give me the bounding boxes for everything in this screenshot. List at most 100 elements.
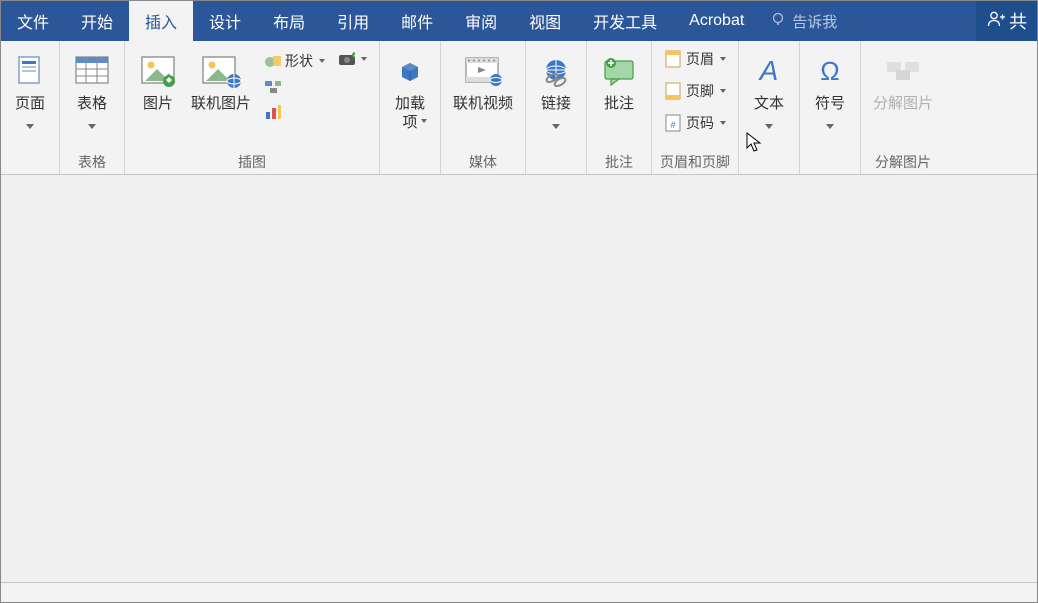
tab-review[interactable]: 审阅 bbox=[449, 1, 513, 41]
decompose-icon bbox=[883, 49, 923, 93]
shapes-label: 形状 bbox=[285, 51, 313, 71]
pages-button[interactable]: 页面 bbox=[7, 45, 53, 138]
tab-mailings[interactable]: 邮件 bbox=[385, 1, 449, 41]
group-label-illustrations: 插图 bbox=[131, 150, 373, 172]
svg-text:+: + bbox=[354, 54, 355, 60]
group-text: A 文本 bbox=[739, 41, 800, 174]
decompose-picture-button[interactable]: 分解图片 bbox=[867, 45, 939, 118]
share-label: 共 bbox=[1009, 8, 1027, 34]
omega-icon: Ω bbox=[812, 49, 848, 93]
table-label: 表格 bbox=[77, 95, 107, 114]
ribbon: 页面 表格 表格 图片 bbox=[1, 41, 1037, 175]
table-button[interactable]: 表格 bbox=[66, 45, 118, 138]
links-label: 链接 bbox=[541, 95, 571, 114]
header-icon bbox=[664, 50, 682, 68]
chevron-down-icon bbox=[720, 57, 726, 61]
addins-label: 加载 项 bbox=[395, 95, 425, 133]
menubar: 文件 开始 插入 设计 布局 引用 邮件 审阅 视图 开发工具 Acrobat … bbox=[1, 1, 1037, 41]
group-label-header-footer: 页眉和页脚 bbox=[658, 150, 732, 172]
chevron-down-icon bbox=[88, 124, 96, 129]
tab-home[interactable]: 开始 bbox=[65, 1, 129, 41]
chart-button[interactable] bbox=[259, 101, 329, 123]
group-label-pages bbox=[7, 154, 53, 172]
addins-icon bbox=[392, 49, 428, 93]
chevron-down-icon bbox=[421, 119, 427, 123]
footer-label: 页脚 bbox=[686, 81, 714, 101]
text-icon: A bbox=[751, 49, 787, 93]
tab-design[interactable]: 设计 bbox=[193, 1, 257, 41]
group-pages: 页面 bbox=[1, 41, 60, 174]
shapes-button[interactable]: 形状 bbox=[259, 49, 329, 73]
chevron-down-icon bbox=[552, 124, 560, 129]
screenshot-button[interactable]: + bbox=[333, 49, 371, 69]
comment-button[interactable]: 批注 bbox=[593, 45, 645, 118]
tab-file[interactable]: 文件 bbox=[1, 1, 65, 41]
text-button[interactable]: A 文本 bbox=[745, 45, 793, 138]
group-header-footer: 页眉 页脚 # 页码 页眉和页脚 bbox=[652, 41, 739, 174]
page-number-label: 页码 bbox=[686, 113, 714, 133]
page-number-icon: # bbox=[664, 114, 682, 132]
header-button[interactable]: 页眉 bbox=[660, 47, 730, 71]
group-media: 联机视频 媒体 bbox=[441, 41, 526, 174]
chevron-down-icon bbox=[361, 57, 367, 61]
footer-icon bbox=[664, 82, 682, 100]
text-label: 文本 bbox=[754, 95, 784, 114]
group-label-text bbox=[745, 154, 793, 172]
tab-layout[interactable]: 布局 bbox=[257, 1, 321, 41]
tab-developer[interactable]: 开发工具 bbox=[577, 1, 673, 41]
table-icon bbox=[72, 49, 112, 93]
online-pictures-label: 联机图片 bbox=[191, 95, 251, 114]
chevron-down-icon bbox=[319, 59, 325, 63]
group-label-addins bbox=[386, 154, 434, 172]
tab-references[interactable]: 引用 bbox=[321, 1, 385, 41]
chevron-down-icon bbox=[720, 121, 726, 125]
shapes-icon bbox=[263, 52, 281, 70]
group-label-comments: 批注 bbox=[593, 150, 645, 172]
svg-text:Ω: Ω bbox=[820, 56, 839, 86]
document-area[interactable] bbox=[1, 175, 1037, 582]
svg-text:A: A bbox=[758, 55, 779, 86]
tab-acrobat[interactable]: Acrobat bbox=[673, 1, 760, 41]
group-label-decompose: 分解图片 bbox=[867, 150, 939, 172]
pictures-button[interactable]: 图片 bbox=[131, 45, 185, 118]
page-icon bbox=[15, 49, 45, 93]
group-decompose: 分解图片 分解图片 bbox=[861, 41, 945, 174]
tab-view[interactable]: 视图 bbox=[513, 1, 577, 41]
chevron-down-icon bbox=[720, 89, 726, 93]
online-video-label: 联机视频 bbox=[453, 95, 513, 114]
smartart-icon bbox=[263, 79, 281, 95]
page-number-button[interactable]: # 页码 bbox=[660, 111, 730, 135]
footer-button[interactable]: 页脚 bbox=[660, 79, 730, 103]
symbols-label: 符号 bbox=[815, 95, 845, 114]
chart-icon bbox=[263, 103, 281, 121]
pictures-label: 图片 bbox=[143, 95, 173, 114]
hyperlink-icon bbox=[538, 49, 574, 93]
tell-me-search[interactable]: 告诉我 bbox=[760, 1, 847, 41]
group-label-tables: 表格 bbox=[66, 150, 118, 172]
online-video-button[interactable]: 联机视频 bbox=[447, 45, 519, 118]
group-tables: 表格 表格 bbox=[60, 41, 125, 174]
share-button[interactable]: 共 bbox=[976, 1, 1037, 41]
group-illustrations: 图片 联机图片 形状 bbox=[125, 41, 380, 174]
smartart-button[interactable] bbox=[259, 77, 329, 97]
group-label-media: 媒体 bbox=[447, 150, 519, 172]
group-label-symbols bbox=[806, 154, 854, 172]
links-button[interactable]: 链接 bbox=[532, 45, 580, 138]
group-symbols: Ω 符号 bbox=[800, 41, 861, 174]
chevron-down-icon bbox=[765, 124, 773, 129]
screenshot-icon: + bbox=[337, 51, 355, 67]
tell-me-text: 告诉我 bbox=[792, 11, 837, 32]
decompose-label: 分解图片 bbox=[873, 95, 933, 114]
user-icon bbox=[986, 9, 1006, 34]
status-bar bbox=[1, 582, 1037, 602]
online-picture-icon bbox=[198, 49, 244, 93]
svg-text:#: # bbox=[671, 120, 676, 130]
group-addins: 加载 项 bbox=[380, 41, 441, 174]
comment-label: 批注 bbox=[604, 95, 634, 114]
pages-label: 页面 bbox=[15, 95, 45, 114]
header-label: 页眉 bbox=[686, 49, 714, 69]
addins-button[interactable]: 加载 项 bbox=[386, 45, 434, 127]
online-pictures-button[interactable]: 联机图片 bbox=[185, 45, 257, 118]
symbols-button[interactable]: Ω 符号 bbox=[806, 45, 854, 138]
tab-insert[interactable]: 插入 bbox=[129, 1, 193, 41]
